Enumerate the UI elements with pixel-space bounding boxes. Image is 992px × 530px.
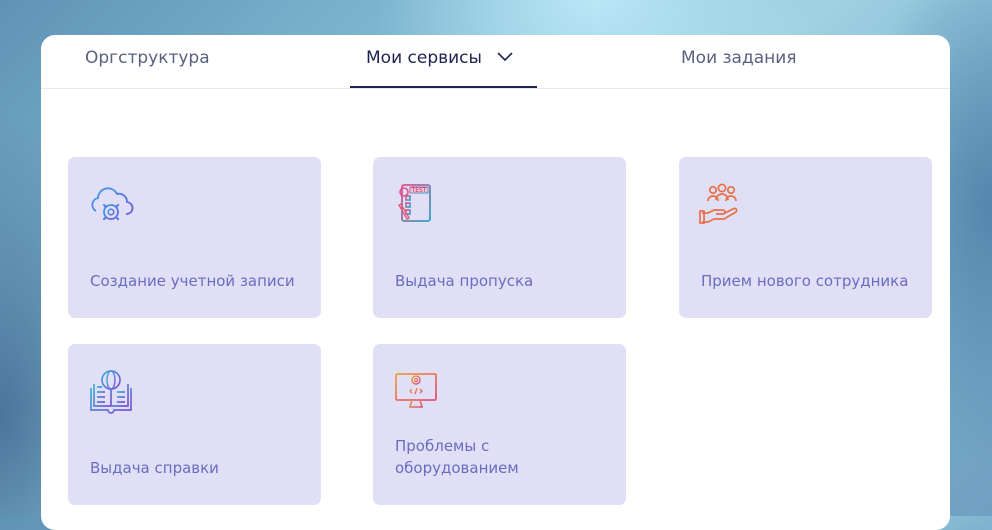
service-label: Выдача пропуска	[395, 272, 534, 290]
service-label: Создание учетной записи	[90, 272, 295, 290]
hand-people-icon	[699, 183, 738, 224]
service-card-equipment-problems[interactable]: Проблемы с оборудованием	[373, 344, 626, 505]
service-card-create-account[interactable]: Создание учетной записи	[68, 157, 321, 318]
service-label: Проблемы с оборудованием	[395, 437, 519, 477]
service-label: Прием нового сотрудника	[701, 272, 909, 290]
book-globe-icon	[90, 370, 132, 414]
tab-my-services[interactable]: Мои сервисы	[366, 35, 513, 88]
service-label: Выдача справки	[90, 459, 219, 477]
service-card-issue-pass[interactable]: TEST Выдача пропуска	[373, 157, 626, 318]
test-document-icon: TEST	[398, 184, 431, 222]
monitor-gear-icon	[395, 373, 437, 409]
tab-orgstructure[interactable]: Оргструктура	[85, 35, 210, 88]
active-tab-indicator	[350, 86, 537, 88]
tab-my-tasks-label: Мои задания	[681, 48, 797, 68]
chevron-down-icon[interactable]	[497, 51, 513, 62]
tab-my-tasks[interactable]: Мои задания	[681, 35, 797, 88]
service-card-issue-certificate[interactable]: Выдача справки	[68, 344, 321, 505]
services-panel: Оргструктура Мои сервисы Мои задания Соз…	[41, 35, 950, 530]
tab-orgstructure-label: Оргструктура	[85, 48, 210, 68]
tab-my-services-label: Мои сервисы	[366, 48, 482, 68]
svg-text:TEST: TEST	[411, 187, 427, 194]
tab-bar: Оргструктура Мои сервисы Мои задания	[41, 35, 950, 89]
service-card-hire-employee[interactable]: Прием нового сотрудника	[679, 157, 932, 318]
cloud-gear-icon	[91, 187, 134, 224]
